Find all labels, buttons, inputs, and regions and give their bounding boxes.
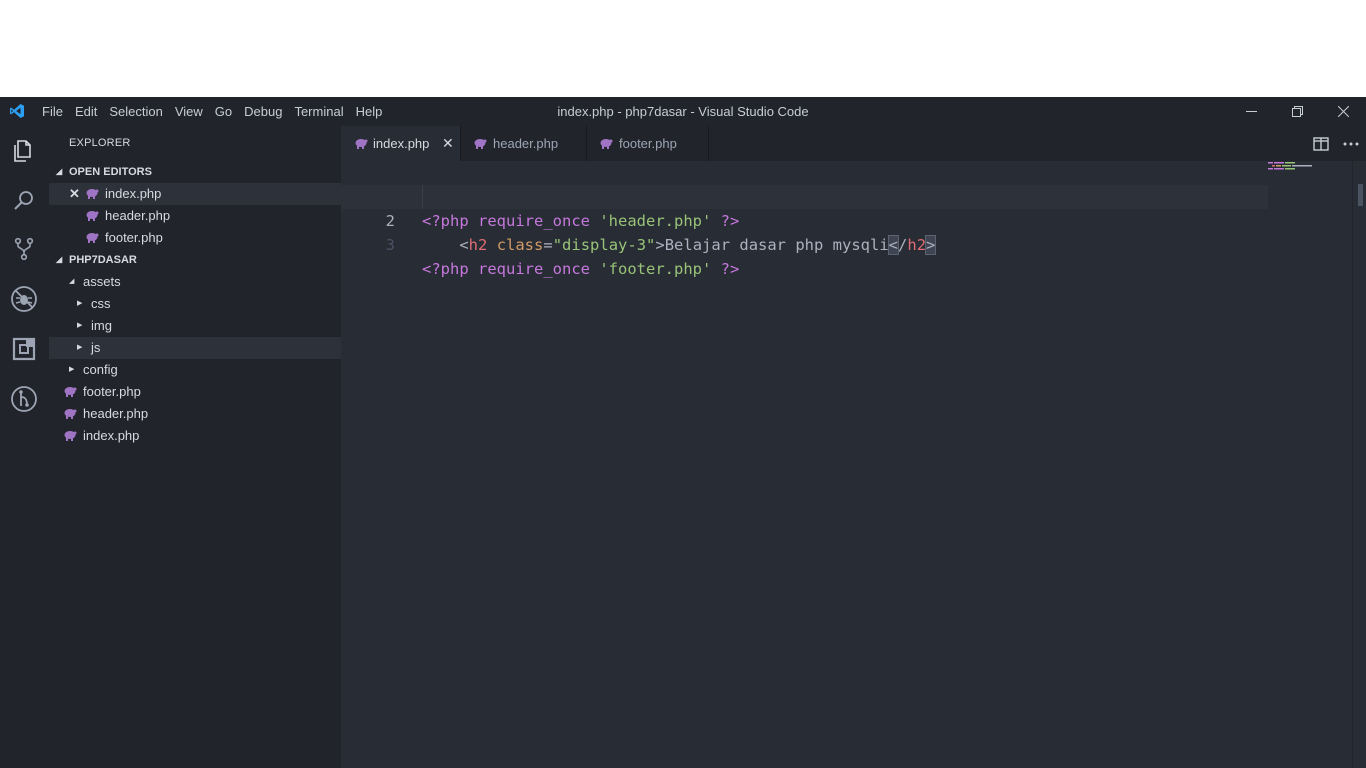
sidebar-title: EXPLORER [69, 137, 131, 149]
tab-label: header.php [493, 136, 559, 151]
menu-bar: File Edit Selection View Go Debug Termin… [36, 97, 388, 126]
debug-icon[interactable] [9, 284, 39, 314]
project-label: PHP7DASAR [69, 254, 137, 266]
open-editor-label: header.php [105, 208, 171, 223]
tab-label: footer.php [619, 136, 677, 151]
tree-label: css [91, 296, 111, 311]
code-line-1: 1 <?php require_once 'header.php' ?> [341, 161, 1268, 230]
minimap[interactable] [1268, 161, 1353, 173]
editor-area: index.php ✕ header.php footer.php <?php … [341, 126, 1366, 768]
close-icon[interactable]: ✕ [442, 126, 454, 161]
explorer-sidebar: EXPLORER ◢ OPEN EDITORS ✕ index.php head… [49, 126, 341, 768]
vertical-scrollbar[interactable] [1352, 161, 1366, 768]
tree-folder-js[interactable]: ▶ js [49, 337, 341, 359]
tree-label: js [91, 340, 101, 355]
open-editors-label: OPEN EDITORS [69, 166, 152, 178]
chevron-right-icon: ▶ [77, 322, 83, 329]
chevron-right-icon: ▶ [77, 344, 83, 351]
tab-footer[interactable]: footer.php [587, 126, 709, 161]
close-icon [1337, 106, 1349, 117]
tree-label: footer.php [83, 384, 141, 399]
php-file-icon [86, 189, 99, 199]
menu-file[interactable]: File [36, 97, 69, 126]
extensions-icon[interactable] [9, 334, 39, 364]
code-editor[interactable]: 1 <?php require_once 'header.php' ?> 2 <… [341, 161, 1366, 768]
minimize-icon [1245, 111, 1257, 112]
php-file-icon [64, 409, 77, 419]
explorer-icon[interactable] [9, 136, 39, 166]
tree-file-footer[interactable]: footer.php [49, 381, 341, 403]
tree-folder-css[interactable]: ▶ css [49, 293, 341, 315]
scrollbar-thumb[interactable] [1358, 184, 1363, 206]
chevron-down-icon: ◢ [69, 278, 75, 285]
php-file-icon [86, 233, 99, 243]
php-file-icon [474, 139, 487, 149]
tab-header[interactable]: header.php [461, 126, 587, 161]
tab-index[interactable]: index.php ✕ [341, 126, 461, 161]
code-line-3: 3 <?php require_once 'footer.php' ?> [341, 209, 1268, 278]
php-file-icon [600, 139, 613, 149]
split-editor-button[interactable] [1306, 126, 1336, 161]
source-control-icon[interactable] [9, 234, 39, 264]
menu-terminal[interactable]: Terminal [288, 97, 349, 126]
tree-label: index.php [83, 428, 140, 443]
tree-label: assets [83, 274, 121, 289]
menu-help[interactable]: Help [350, 97, 389, 126]
php-file-icon [64, 431, 77, 441]
tree-label: header.php [83, 406, 149, 421]
tree-file-header[interactable]: header.php [49, 403, 341, 425]
tree-label: img [91, 318, 112, 333]
search-icon[interactable] [9, 185, 39, 215]
menu-view[interactable]: View [169, 97, 209, 126]
indent-guide [422, 185, 423, 209]
editor-actions [1306, 126, 1366, 161]
activity-bar [0, 126, 49, 768]
collapse-icon: ◢ [56, 255, 63, 264]
menu-edit[interactable]: Edit [69, 97, 103, 126]
git-lens-icon[interactable] [9, 384, 39, 414]
close-window-button[interactable] [1320, 97, 1366, 126]
restore-button[interactable] [1274, 97, 1320, 126]
chevron-right-icon: ▶ [69, 366, 75, 373]
minimize-button[interactable] [1228, 97, 1274, 126]
open-editor-item-footer[interactable]: footer.php [49, 227, 341, 249]
menu-debug[interactable]: Debug [238, 97, 288, 126]
tab-label: index.php [373, 136, 430, 151]
open-editor-label: footer.php [105, 230, 163, 245]
tree-folder-assets[interactable]: ◢ assets [49, 271, 341, 293]
open-editor-item-header[interactable]: header.php [49, 205, 341, 227]
menu-go[interactable]: Go [209, 97, 238, 126]
window-controls [1228, 97, 1366, 126]
php-file-icon [355, 139, 368, 149]
title-bar: File Edit Selection View Go Debug Termin… [0, 97, 1366, 126]
split-editor-icon [1313, 136, 1329, 151]
tree-file-index[interactable]: index.php [49, 425, 341, 447]
menu-selection[interactable]: Selection [103, 97, 168, 126]
line-text: <?php require_once 'footer.php' ?> [422, 260, 740, 278]
code-line-2: 2 <h2 class="display-3">Belajar dasar ph… [341, 185, 1268, 255]
open-editors-header[interactable]: ◢ OPEN EDITORS [49, 161, 341, 183]
more-actions-button[interactable] [1336, 126, 1366, 161]
tree-folder-img[interactable]: ▶ img [49, 315, 341, 337]
close-icon[interactable]: ✕ [69, 183, 80, 205]
more-icon [1343, 142, 1359, 145]
restore-icon [1291, 106, 1303, 117]
open-editor-label: index.php [105, 186, 162, 201]
chevron-right-icon: ▶ [77, 300, 83, 307]
line-text: <h2 class="display-3">Belajar dasar php … [459, 235, 937, 255]
vscode-window: File Edit Selection View Go Debug Termin… [0, 97, 1366, 768]
vscode-logo-icon [10, 104, 24, 118]
line-number: 3 [385, 236, 395, 254]
collapse-icon: ◢ [56, 167, 63, 176]
tabs-bar: index.php ✕ header.php footer.php [341, 126, 1366, 161]
tree-folder-config[interactable]: ▶ config [49, 359, 341, 381]
php-file-icon [86, 211, 99, 221]
open-editor-item-index[interactable]: ✕ index.php [49, 183, 341, 205]
php-file-icon [64, 387, 77, 397]
tree-label: config [83, 362, 118, 377]
project-header[interactable]: ◢ PHP7DASAR [49, 249, 341, 271]
